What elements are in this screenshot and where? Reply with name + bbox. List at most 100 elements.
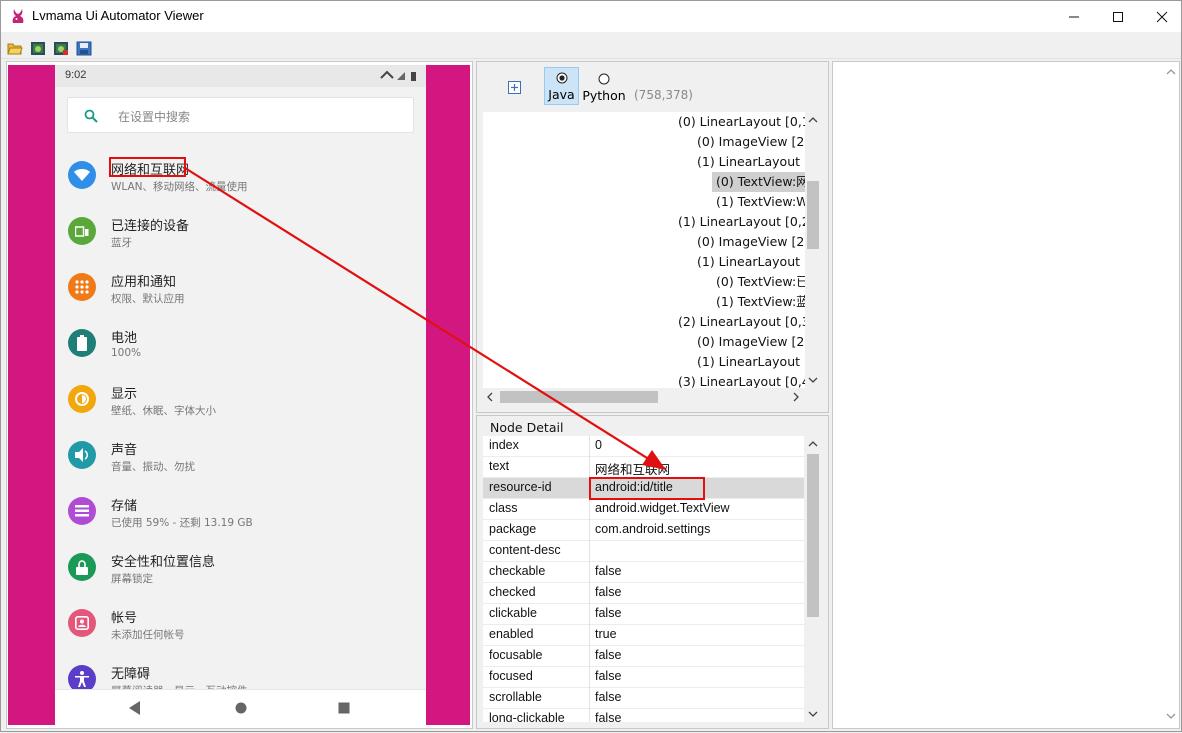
tree-node[interactable]: (1) TextView:蓝牙: [716, 292, 805, 312]
scroll-down-icon[interactable]: [808, 376, 818, 384]
code-panel: [832, 61, 1180, 729]
item-subtitle: 100%: [111, 347, 142, 359]
settings-search-box[interactable]: 在设置中搜索: [67, 97, 414, 133]
table-row[interactable]: focusable false: [483, 646, 804, 667]
status-time: 9:02: [65, 69, 87, 81]
table-row[interactable]: checked false: [483, 583, 804, 604]
minimize-icon: [1069, 16, 1079, 17]
rabbit-logo-icon: [12, 9, 24, 23]
tree-node[interactable]: (0) ImageView [27,: [697, 132, 805, 152]
tree-hscroll-thumb[interactable]: [500, 391, 658, 403]
close-button[interactable]: [1139, 1, 1182, 32]
scroll-right-icon[interactable]: [792, 392, 800, 402]
item-title: 声音: [111, 443, 138, 458]
table-row[interactable]: index 0: [483, 436, 804, 457]
table-row[interactable]: text 网络和互联网: [483, 457, 804, 478]
item-title: 显示: [111, 387, 138, 402]
settings-item-sound[interactable]: 声音 音量、振动、勿扰: [55, 433, 426, 489]
table-row[interactable]: long-clickable false: [483, 709, 804, 722]
table-row[interactable]: clickable false: [483, 604, 804, 625]
device-nav-bar: [55, 689, 426, 725]
item-title: 帐号: [111, 611, 138, 626]
table-row[interactable]: class android.widget.TextView: [483, 499, 804, 520]
tree-node[interactable]: (1) LinearLayout [1: [697, 352, 805, 372]
prop-key: package: [489, 522, 537, 536]
back-icon[interactable]: [129, 701, 141, 715]
hierarchy-tree[interactable]: (0) LinearLayout [0,150 (0) ImageView [2…: [483, 112, 805, 388]
prop-value: false: [595, 585, 622, 599]
android-screenshot-icon[interactable]: [30, 41, 46, 56]
lock-icon: [68, 553, 96, 581]
scroll-up-icon[interactable]: [808, 440, 818, 448]
settings-item-devices[interactable]: 已连接的设备 蓝牙: [55, 209, 426, 265]
python-mode-label: Python: [582, 88, 626, 103]
scroll-down-icon[interactable]: [808, 710, 818, 718]
save-icon[interactable]: [76, 41, 92, 56]
tree-node[interactable]: (1) TextView:WL: [716, 192, 805, 212]
settings-item-security[interactable]: 安全性和位置信息 屏幕锁定: [55, 545, 426, 601]
scroll-up-icon[interactable]: [1166, 68, 1176, 76]
toolbar: [1, 32, 1181, 59]
table-row[interactable]: focused false: [483, 667, 804, 688]
minimize-button[interactable]: [1051, 1, 1097, 32]
scroll-left-icon[interactable]: [486, 392, 494, 402]
item-subtitle: 已使用 59% - 还剩 13.19 GB: [111, 517, 253, 529]
title-bar: Lvmama Ui Automator Viewer: [1, 1, 1181, 32]
highlight-box-device-text: [109, 157, 186, 177]
battery-icon: [68, 329, 96, 357]
volume-icon: [68, 441, 96, 469]
tree-node[interactable]: (0) ImageView [27,: [697, 332, 805, 352]
table-row[interactable]: package com.android.settings: [483, 520, 804, 541]
account-icon: [68, 609, 96, 637]
radio-selected-icon: [556, 72, 567, 84]
tree-node[interactable]: (1) LinearLayout [1: [697, 252, 805, 272]
settings-item-battery[interactable]: 电池 100%: [55, 321, 426, 377]
radio-unselected-icon: [598, 73, 610, 85]
table-row[interactable]: content-desc: [483, 541, 804, 562]
settings-item-display[interactable]: 显示 壁纸、休眠、字体大小: [55, 377, 426, 433]
prop-value: false: [595, 690, 622, 704]
brightness-icon: [68, 385, 96, 413]
item-title: 安全性和位置信息: [111, 555, 216, 570]
scroll-up-icon[interactable]: [808, 116, 818, 124]
prop-key: index: [489, 438, 519, 452]
node-detail-title: Node Detail: [489, 420, 565, 435]
tree-node[interactable]: (1) LinearLayout [0,264: [678, 212, 805, 232]
tree-node[interactable]: (1) LinearLayout [1: [697, 152, 805, 172]
home-icon[interactable]: [235, 702, 247, 714]
tree-node-selected[interactable]: (0) TextView:网络: [712, 172, 805, 192]
scroll-down-icon[interactable]: [1166, 712, 1176, 720]
prop-key: long-clickable: [489, 711, 565, 722]
prop-value: false: [595, 564, 622, 578]
settings-item-storage[interactable]: 存储 已使用 59% - 还剩 13.19 GB: [55, 489, 426, 545]
item-subtitle: 音量、振动、勿扰: [111, 461, 195, 473]
tree-node[interactable]: (2) LinearLayout [0,372: [678, 312, 805, 332]
tree-node[interactable]: (0) LinearLayout [0,150: [678, 112, 805, 132]
android-screenshot-compressed-icon[interactable]: [53, 41, 69, 56]
java-mode-button[interactable]: Java: [544, 67, 579, 105]
tree-vertical-scrollbar[interactable]: [805, 112, 821, 388]
expand-all-icon[interactable]: [508, 81, 521, 94]
prop-value: 网络和互联网: [595, 463, 671, 477]
python-mode-button[interactable]: Python: [582, 67, 626, 105]
item-subtitle: 权限、默认应用: [111, 293, 185, 305]
detail-vscroll-thumb[interactable]: [807, 454, 819, 617]
maximize-button[interactable]: [1095, 1, 1141, 32]
wifi-icon: [68, 161, 96, 189]
settings-item-account[interactable]: 帐号 未添加任何帐号: [55, 601, 426, 657]
tree-node[interactable]: (0) TextView:已连: [716, 272, 805, 292]
detail-vertical-scrollbar[interactable]: [805, 436, 821, 722]
open-folder-icon[interactable]: [7, 41, 23, 56]
tree-vscroll-thumb[interactable]: [807, 181, 819, 249]
table-row[interactable]: enabled true: [483, 625, 804, 646]
storage-icon: [68, 497, 96, 525]
tree-node[interactable]: (0) ImageView [27,: [697, 232, 805, 252]
table-row[interactable]: checkable false: [483, 562, 804, 583]
prop-key: scrollable: [489, 690, 542, 704]
item-subtitle: 蓝牙: [111, 237, 132, 249]
settings-item-apps[interactable]: 应用和通知 权限、默认应用: [55, 265, 426, 321]
window-title: Lvmama Ui Automator Viewer: [32, 8, 204, 23]
tree-node[interactable]: (3) LinearLayout [0,480: [678, 372, 805, 388]
recents-icon[interactable]: [338, 702, 350, 714]
table-row[interactable]: scrollable false: [483, 688, 804, 709]
